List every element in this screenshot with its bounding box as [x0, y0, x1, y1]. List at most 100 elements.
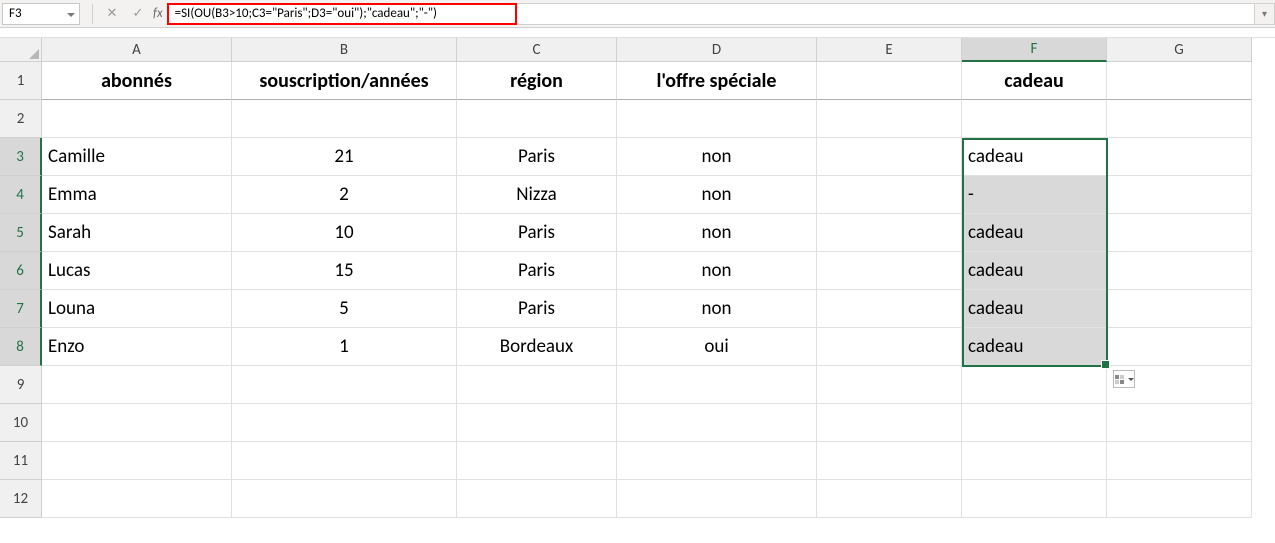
- cell-E7[interactable]: [817, 290, 962, 328]
- cell-F7[interactable]: cadeau: [962, 290, 1107, 328]
- row-header-11[interactable]: 11: [0, 442, 42, 480]
- enter-icon[interactable]: ✓: [128, 4, 148, 24]
- cell-A6[interactable]: Lucas: [42, 252, 232, 290]
- cell-F12[interactable]: [962, 480, 1107, 518]
- row-header-3[interactable]: 3: [0, 138, 42, 176]
- cell-C2[interactable]: [457, 100, 617, 138]
- spreadsheet-grid[interactable]: ABCDEFG1abonnéssouscription/annéesrégion…: [0, 38, 1275, 518]
- cell-A5[interactable]: Sarah: [42, 214, 232, 252]
- column-header-C[interactable]: C: [457, 38, 617, 62]
- cell-F10[interactable]: [962, 404, 1107, 442]
- cell-A11[interactable]: [42, 442, 232, 480]
- cell-E6[interactable]: [817, 252, 962, 290]
- row-header-6[interactable]: 6: [0, 252, 42, 290]
- cell-B2[interactable]: [232, 100, 457, 138]
- row-header-8[interactable]: 8: [0, 328, 42, 366]
- cell-C8[interactable]: Bordeaux: [457, 328, 617, 366]
- row-header-12[interactable]: 12: [0, 480, 42, 518]
- cell-D12[interactable]: [617, 480, 817, 518]
- formula-bar-blank[interactable]: [517, 3, 1255, 25]
- cell-C10[interactable]: [457, 404, 617, 442]
- cell-F1[interactable]: cadeau: [962, 62, 1107, 100]
- cell-C3[interactable]: Paris: [457, 138, 617, 176]
- autofill-options-icon[interactable]: [1113, 370, 1135, 388]
- row-header-9[interactable]: 9: [0, 366, 42, 404]
- cell-D5[interactable]: non: [617, 214, 817, 252]
- cell-C5[interactable]: Paris: [457, 214, 617, 252]
- cancel-icon[interactable]: ✕: [102, 4, 122, 24]
- cell-F11[interactable]: [962, 442, 1107, 480]
- cell-B6[interactable]: 15: [232, 252, 457, 290]
- cell-E10[interactable]: [817, 404, 962, 442]
- cell-G10[interactable]: [1107, 404, 1252, 442]
- cell-G11[interactable]: [1107, 442, 1252, 480]
- cell-D8[interactable]: oui: [617, 328, 817, 366]
- cell-G5[interactable]: [1107, 214, 1252, 252]
- cell-F6[interactable]: cadeau: [962, 252, 1107, 290]
- cell-D9[interactable]: [617, 366, 817, 404]
- cell-E1[interactable]: [817, 62, 962, 100]
- cell-F9[interactable]: [962, 366, 1107, 404]
- cell-G12[interactable]: [1107, 480, 1252, 518]
- cell-A8[interactable]: Enzo: [42, 328, 232, 366]
- select-all-corner[interactable]: [0, 38, 42, 62]
- cell-G2[interactable]: [1107, 100, 1252, 138]
- cell-A10[interactable]: [42, 404, 232, 442]
- cell-E11[interactable]: [817, 442, 962, 480]
- row-header-7[interactable]: 7: [0, 290, 42, 328]
- cell-B10[interactable]: [232, 404, 457, 442]
- cell-A2[interactable]: [42, 100, 232, 138]
- cell-F2[interactable]: [962, 100, 1107, 138]
- cell-F5[interactable]: cadeau: [962, 214, 1107, 252]
- cell-G8[interactable]: [1107, 328, 1252, 366]
- cell-B3[interactable]: 21: [232, 138, 457, 176]
- name-box[interactable]: F3: [2, 3, 80, 25]
- cell-D2[interactable]: [617, 100, 817, 138]
- cell-A12[interactable]: [42, 480, 232, 518]
- row-header-4[interactable]: 4: [0, 176, 42, 214]
- cell-E8[interactable]: [817, 328, 962, 366]
- cell-C4[interactable]: Nizza: [457, 176, 617, 214]
- cell-E12[interactable]: [817, 480, 962, 518]
- cell-C7[interactable]: Paris: [457, 290, 617, 328]
- cell-C12[interactable]: [457, 480, 617, 518]
- cell-E3[interactable]: [817, 138, 962, 176]
- cell-D1[interactable]: l'offre spéciale: [617, 62, 817, 100]
- cell-B7[interactable]: 5: [232, 290, 457, 328]
- column-header-A[interactable]: A: [42, 38, 232, 62]
- row-header-2[interactable]: 2: [0, 100, 42, 138]
- cell-C9[interactable]: [457, 366, 617, 404]
- cell-A3[interactable]: Camille: [42, 138, 232, 176]
- column-header-B[interactable]: B: [232, 38, 457, 62]
- cell-A7[interactable]: Louna: [42, 290, 232, 328]
- cell-D11[interactable]: [617, 442, 817, 480]
- cell-G4[interactable]: [1107, 176, 1252, 214]
- cell-B9[interactable]: [232, 366, 457, 404]
- cell-B1[interactable]: souscription/années: [232, 62, 457, 100]
- row-header-1[interactable]: 1: [0, 62, 42, 100]
- cell-F4[interactable]: -: [962, 176, 1107, 214]
- cell-A1[interactable]: abonnés: [42, 62, 232, 100]
- row-header-10[interactable]: 10: [0, 404, 42, 442]
- cell-D4[interactable]: non: [617, 176, 817, 214]
- cell-B5[interactable]: 10: [232, 214, 457, 252]
- cell-E5[interactable]: [817, 214, 962, 252]
- cell-C6[interactable]: Paris: [457, 252, 617, 290]
- cell-B11[interactable]: [232, 442, 457, 480]
- cell-G7[interactable]: [1107, 290, 1252, 328]
- column-header-E[interactable]: E: [817, 38, 962, 62]
- cell-A9[interactable]: [42, 366, 232, 404]
- cell-G3[interactable]: [1107, 138, 1252, 176]
- expand-formula-bar-icon[interactable]: ▾: [1255, 3, 1275, 25]
- cell-F3[interactable]: cadeau: [962, 138, 1107, 176]
- cell-C1[interactable]: région: [457, 62, 617, 100]
- column-header-F[interactable]: F: [962, 38, 1107, 62]
- cell-D3[interactable]: non: [617, 138, 817, 176]
- cell-A4[interactable]: Emma: [42, 176, 232, 214]
- cell-G1[interactable]: [1107, 62, 1252, 100]
- cell-E9[interactable]: [817, 366, 962, 404]
- cell-D6[interactable]: non: [617, 252, 817, 290]
- fx-icon[interactable]: fx: [153, 6, 163, 21]
- cell-C11[interactable]: [457, 442, 617, 480]
- cell-B4[interactable]: 2: [232, 176, 457, 214]
